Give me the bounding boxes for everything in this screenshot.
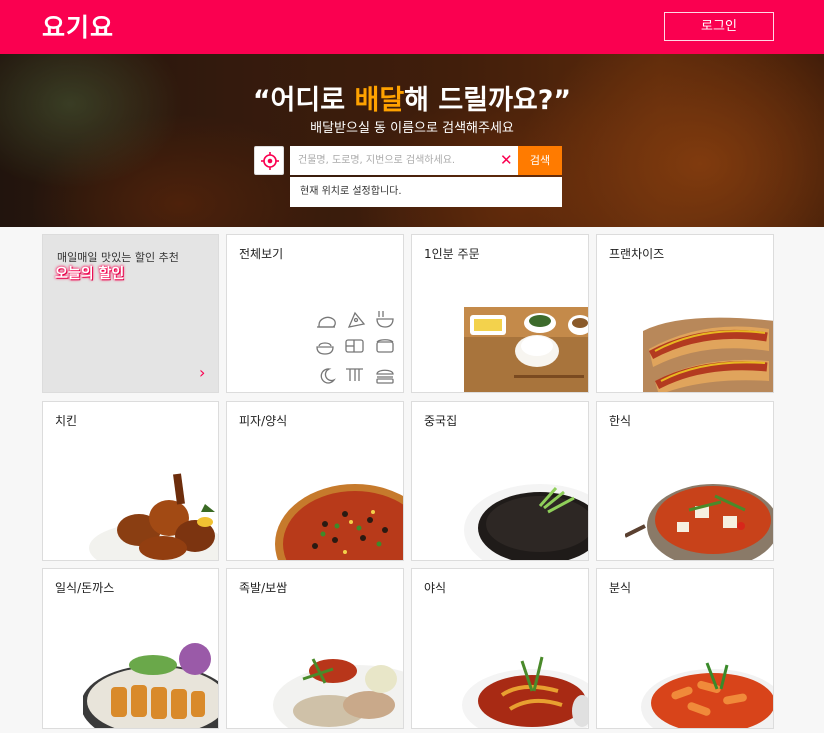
address-search-input[interactable]: [290, 146, 518, 175]
hero-banner: “어디로 배달해 드릴까요?” 배달받으실 동 이름으로 검색해주세요 ✕ 검색…: [0, 54, 824, 227]
category-label: 야식: [424, 581, 447, 595]
pizza-icon: [347, 311, 366, 328]
tonkatsu-image: [83, 643, 218, 728]
moon-icon: [320, 368, 336, 384]
bossam-image: [273, 658, 403, 728]
category-card-discount[interactable]: 매일매일 맛있는 할인 추천 오늘의 할인 ›: [42, 234, 219, 393]
chevron-right-icon: ›: [199, 363, 206, 382]
chicken-image: [89, 473, 218, 560]
single-meal-image: [464, 307, 588, 392]
hero-title-highlight: 배달: [354, 85, 405, 116]
category-card-single-serving[interactable]: 1인분 주문: [411, 234, 589, 393]
hero-title-post: 해 드릴까요?”: [404, 85, 572, 116]
tteokbokki-image: [641, 662, 773, 728]
category-card-korean[interactable]: 한식: [596, 401, 774, 561]
hero-subtitle: 배달받으실 동 이름으로 검색해주세요: [310, 121, 514, 136]
close-icon[interactable]: ✕: [500, 150, 513, 170]
category-card-all[interactable]: 전체보기: [226, 234, 404, 393]
category-card-japanese[interactable]: 일식/돈까스: [42, 568, 219, 729]
yogiyo-logo[interactable]: 요기요: [42, 8, 114, 44]
category-label: 일식/돈까스: [55, 581, 115, 595]
top-bar: 요기요 로그인: [0, 0, 824, 54]
category-label: 프랜차이즈: [609, 247, 665, 261]
hero-title: “어디로 배달해 드릴까요?”: [0, 78, 824, 117]
category-label: 피자/양식: [239, 414, 288, 428]
crosshair-icon: [261, 152, 279, 170]
category-label: 분식: [609, 581, 632, 595]
burger-icon: [376, 369, 394, 384]
category-card-chicken[interactable]: 치킨: [42, 401, 219, 561]
hero-title-pre: “어디로: [252, 85, 355, 116]
category-label: 중국집: [424, 414, 458, 428]
login-button[interactable]: 로그인: [664, 12, 774, 41]
pizza-image: [275, 484, 403, 560]
category-label: 족발/보쌈: [239, 581, 288, 595]
rice-bowl-icon: [316, 342, 334, 355]
category-card-bunsik[interactable]: 분식: [596, 568, 774, 729]
category-card-jokbal[interactable]: 족발/보쌈: [226, 568, 404, 729]
jajangmyeon-image: [464, 484, 588, 560]
sushi-icon: [376, 339, 394, 353]
category-label: 치킨: [55, 414, 78, 428]
category-label: 전체보기: [239, 247, 284, 261]
category-card-franchise[interactable]: 프랜차이즈: [596, 234, 774, 393]
tteokbokki-icon: [346, 368, 363, 381]
search-button[interactable]: 검색: [518, 146, 562, 175]
category-card-pizza[interactable]: 피자/양식: [226, 401, 404, 561]
noodle-bowl-icon: [376, 311, 394, 328]
late-night-image: [462, 656, 588, 728]
category-card-late-night[interactable]: 야식: [411, 568, 589, 729]
hotdog-image: [643, 317, 773, 392]
category-label: 한식: [609, 414, 632, 428]
category-label: 1인분 주문: [424, 247, 480, 261]
current-location-option[interactable]: 현재 위치로 설정합니다.: [290, 177, 562, 207]
bento-icon: [345, 339, 364, 353]
stew-image: [625, 484, 773, 560]
current-location-button[interactable]: [254, 146, 284, 175]
chicken-icon: [317, 316, 336, 328]
discount-title: 오늘의 할인: [55, 266, 125, 282]
category-card-chinese[interactable]: 중국집: [411, 401, 589, 561]
food-icons-grid: [316, 311, 394, 384]
